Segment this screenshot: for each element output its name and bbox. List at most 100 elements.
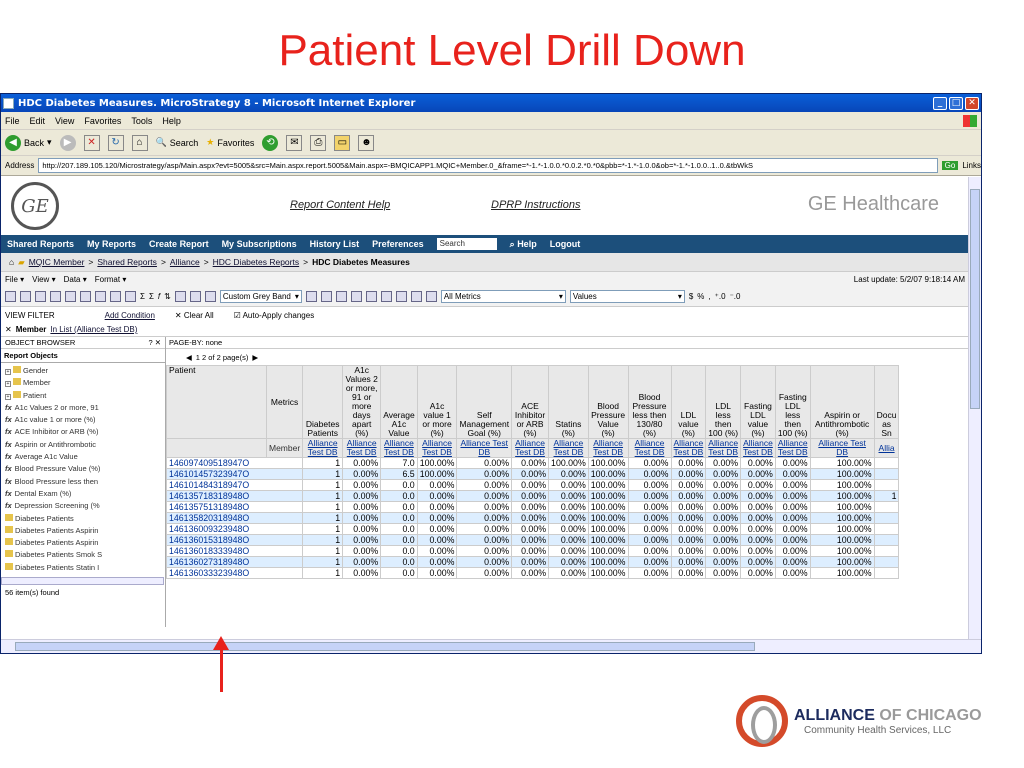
object-item[interactable]: fx Depression Screening (%	[5, 501, 165, 513]
stop-icon[interactable]: ✕	[83, 134, 100, 151]
object-item[interactable]: fx ACE Inhibitor or ARB (%)	[5, 427, 165, 439]
object-item[interactable]: fx A1c value 1 or more (%)	[5, 415, 165, 427]
mail-icon[interactable]: ✉	[286, 134, 303, 151]
clear-all-button[interactable]: ✕ Clear All	[175, 311, 214, 320]
search-button[interactable]: 🔍 Search	[156, 137, 199, 148]
remove-filter-icon[interactable]: ✕	[5, 325, 12, 334]
decrease-decimal-icon[interactable]: ⁻.0	[730, 292, 741, 301]
forward-button[interactable]: ▶	[59, 134, 76, 151]
increase-decimal-icon[interactable]: ⁺.0	[715, 292, 726, 301]
nav-create-report[interactable]: Create Report	[149, 239, 209, 249]
nav-logout[interactable]: Logout	[550, 239, 581, 249]
column-header[interactable]: Fasting LDL value (%)	[740, 365, 776, 439]
nav-shared-reports[interactable]: Shared Reports	[7, 239, 74, 249]
print-icon[interactable]: ⎙	[310, 134, 327, 151]
object-item[interactable]: + Patient	[5, 390, 165, 403]
expand-icon[interactable]: +	[5, 369, 11, 375]
horizontal-scrollbar[interactable]	[1, 639, 981, 653]
go-button[interactable]: Go	[941, 161, 959, 170]
menu-help[interactable]: Help	[162, 116, 181, 126]
object-item[interactable]: fx A1c Values 2 or more, 91	[5, 403, 165, 415]
grid-view-icon[interactable]	[335, 291, 347, 302]
member-value[interactable]: Alliance Test DB	[627, 438, 672, 458]
patient-id[interactable]: 146135751318948O	[166, 501, 304, 513]
subtotal-icon[interactable]: Σ	[149, 292, 154, 301]
member-filter-value[interactable]: In List (Alliance Test DB)	[50, 325, 137, 334]
patient-id[interactable]: 146101457323947O	[166, 468, 304, 480]
report-menu-format[interactable]: Format ▾	[95, 275, 127, 284]
member-value[interactable]: Alliance Test DB	[342, 438, 382, 458]
object-item[interactable]: Diabetes Patients Smok S	[5, 550, 165, 562]
menu-tools[interactable]: Tools	[131, 116, 152, 126]
filter-icon[interactable]	[174, 291, 186, 302]
history-icon[interactable]: ⟲	[262, 134, 279, 151]
column-header[interactable]: LDL less then 100 (%)	[705, 365, 742, 439]
column-header[interactable]: Self Management Goal (%)	[456, 365, 513, 439]
column-header[interactable]: Docu as Sn	[873, 365, 900, 439]
column-header[interactable]: A1c value 1 or more (%)	[416, 365, 458, 439]
object-item[interactable]: Diabetes Patients	[5, 513, 165, 526]
url-field[interactable]: http://207.189.105.120/Microstrategy/asp…	[38, 158, 938, 173]
nav-my-reports[interactable]: My Reports	[87, 239, 136, 249]
column-header[interactable]: Blood Pressure less then 130/80 (%)	[627, 365, 672, 439]
back-button[interactable]: ◀ Back ▾	[5, 134, 52, 151]
member-value[interactable]: Alliance Test DB	[587, 438, 629, 458]
member-value[interactable]: Alliance Test DB	[774, 438, 811, 458]
nav-search-input[interactable]: Search	[436, 238, 497, 250]
patient-id[interactable]: 146097409518947O	[166, 457, 304, 469]
object-item[interactable]: Diabetes Patients Aspirin	[5, 525, 165, 538]
column-header[interactable]: Blood Pressure Value (%)	[587, 365, 629, 439]
grid-icon[interactable]	[125, 291, 136, 302]
style-dropdown[interactable]: Custom Grey Band ▾	[219, 290, 302, 303]
sum-icon[interactable]: Σ	[140, 292, 145, 301]
object-item[interactable]: fx Blood Pressure Value (%)	[5, 464, 165, 476]
chart-icon[interactable]	[189, 291, 201, 302]
swap-icon[interactable]	[320, 291, 332, 302]
maximize-icon[interactable]: □	[949, 96, 963, 110]
minimize-icon[interactable]: _	[933, 96, 947, 110]
patient-id[interactable]: 146136009323948O	[166, 523, 304, 535]
values-dropdown[interactable]: Values ▾	[569, 290, 685, 303]
object-item[interactable]: + Gender	[5, 366, 165, 378]
next-page-icon[interactable]: ▶	[252, 353, 258, 362]
home-icon[interactable]: ⌂	[131, 134, 148, 151]
column-header[interactable]: ACE Inhibitor or ARB (%)	[511, 365, 550, 439]
member-value[interactable]: Alliance Test DB	[380, 438, 418, 458]
member-value[interactable]: Alliance Test DB	[302, 438, 344, 458]
graph-view-icon[interactable]	[350, 291, 362, 302]
expand-icon[interactable]: +	[5, 393, 11, 400]
member-value[interactable]: Alliance Test DB	[670, 438, 707, 458]
member-value[interactable]: Alliance Test DB	[548, 438, 589, 458]
patient-id[interactable]: 146135820318948O	[166, 512, 304, 524]
favorites-button[interactable]: ★ Favorites	[206, 137, 254, 148]
sort-icon[interactable]: ⇅	[164, 292, 171, 301]
close-icon[interactable]: ✕	[965, 96, 979, 110]
comma-icon[interactable]: ,	[708, 292, 710, 301]
column-header[interactable]: Fasting LDL less then 100 (%)	[774, 365, 811, 439]
menu-file[interactable]: File	[5, 116, 20, 126]
column-header[interactable]: A1c Values 2 or more, 91 or more days ap…	[342, 365, 382, 439]
auto-apply-checkbox[interactable]: ☑ Auto-Apply changes	[234, 311, 315, 320]
object-item[interactable]: fx Aspirin or Antithrombotic	[5, 440, 165, 452]
calendar-icon[interactable]	[110, 291, 121, 302]
patient-id[interactable]: 146135718318948O	[166, 490, 304, 502]
home-icon[interactable]: ⌂	[9, 257, 14, 267]
member-value[interactable]: Alliance Test DB	[705, 438, 742, 458]
patient-id[interactable]: 146136033323948O	[166, 567, 304, 579]
patient-id[interactable]: 146136027318948O	[166, 556, 304, 568]
menu-view[interactable]: View	[55, 116, 74, 126]
sql-icon[interactable]	[380, 291, 392, 302]
object-item[interactable]: fx Average A1c Value	[5, 452, 165, 464]
nav-my-subscriptions[interactable]: My Subscriptions	[222, 239, 297, 249]
percent-icon[interactable]: %	[697, 292, 704, 301]
object-item[interactable]: fx Blood Pressure less then	[5, 477, 165, 489]
nav-help[interactable]: ⌕ Help	[510, 239, 537, 250]
menu-favorites[interactable]: Favorites	[84, 116, 121, 126]
object-item[interactable]: Diabetes Patients Aspirin	[5, 538, 165, 550]
report-menu-view[interactable]: View ▾	[32, 275, 55, 284]
report-menu-data[interactable]: Data ▾	[64, 275, 87, 284]
object-browser-hscroll[interactable]	[1, 577, 164, 585]
formula-icon[interactable]: f	[158, 292, 160, 301]
member-value[interactable]: Alliance Test DB	[511, 438, 550, 458]
breadcrumb-link[interactable]: Shared Reports	[97, 257, 157, 267]
